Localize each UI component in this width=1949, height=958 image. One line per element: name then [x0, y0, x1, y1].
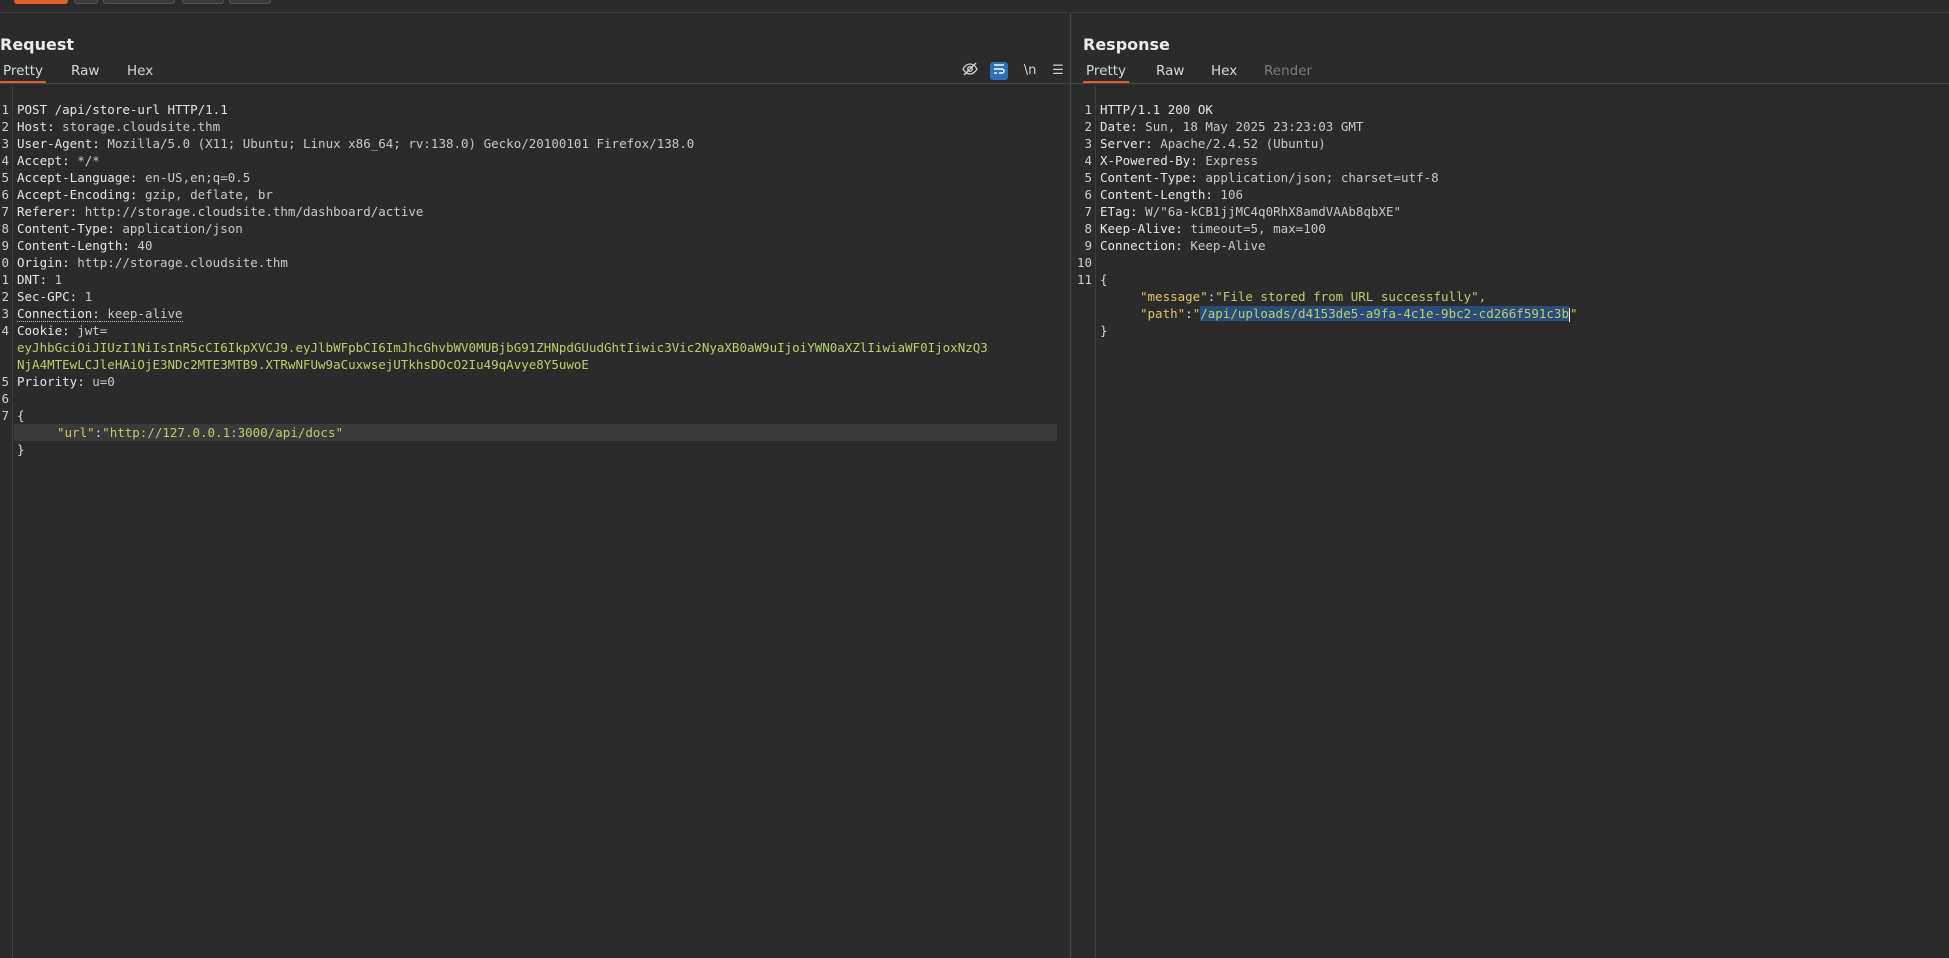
- request-editor-icons: \n ☰: [960, 61, 1070, 81]
- request-tab-hex[interactable]: Hex: [124, 61, 156, 81]
- request-tabs: Pretty Raw Hex \n ☰: [0, 59, 1070, 84]
- request-line: Content-Length: 40: [17, 238, 153, 253]
- response-tab-raw[interactable]: Raw: [1153, 61, 1187, 81]
- request-line: Sec-GPC: 1: [17, 289, 93, 304]
- top-toolbar: [0, 0, 1949, 13]
- request-line: Accept: */*: [17, 153, 100, 168]
- selected-path-text[interactable]: /api/uploads/d4153de5-a9fa-4c1e-9bc2-cd2…: [1200, 306, 1569, 321]
- json-close-brace: }: [1100, 323, 1108, 338]
- request-title: Request: [0, 35, 75, 54]
- toolbar-button-1[interactable]: [74, 0, 98, 4]
- response-line: HTTP/1.1 200 OK: [1100, 102, 1213, 117]
- newline-icon[interactable]: \n: [1020, 61, 1040, 81]
- request-line: Host: storage.cloudsite.thm: [17, 119, 221, 134]
- cookie-value-line: eyJhbGciOiJIUzI1NiIsInR5cCI6IkpXVCJ9.eyJ…: [17, 340, 988, 355]
- request-pane: Request Pretty Raw Hex \n ☰ 1 2 3 4 5 6 …: [0, 13, 1071, 958]
- response-tabs: Pretty Raw Hex Render: [1071, 59, 1949, 84]
- response-line: X-Powered-By: Express: [1100, 153, 1259, 168]
- response-line: Server: Apache/2.4.52 (Ubuntu): [1100, 136, 1326, 151]
- request-line: User-Agent: Mozilla/5.0 (X11; Ubuntu; Li…: [17, 136, 695, 151]
- response-line: Content-Length: 106: [1100, 187, 1243, 202]
- json-url-line: "url":"http://127.0.0.1:3000/api/docs": [57, 425, 343, 440]
- request-editor[interactable]: 1 2 3 4 5 6 7 8 9 0 1 2 3 4 5 6 7 POST /…: [0, 86, 1070, 958]
- response-line: Content-Type: application/json; charset=…: [1100, 170, 1439, 185]
- cookie-value-line: NjA4MTEwLCJleHAiOjE3NDc2MTE3MTB9.XTRwNFU…: [17, 357, 589, 372]
- json-open-brace: {: [17, 408, 25, 423]
- request-line: Accept-Language: en-US,en;q=0.5: [17, 170, 251, 185]
- toolbar-button-3[interactable]: [182, 0, 224, 4]
- response-line: Date: Sun, 18 May 2025 23:23:03 GMT: [1100, 119, 1364, 134]
- request-line: Content-Type: application/json: [17, 221, 243, 236]
- request-line: Cookie: jwt=: [17, 323, 108, 338]
- response-pane: Response Pretty Raw Hex Render 1 2 3 4 5…: [1071, 13, 1949, 958]
- toolbar-button-2[interactable]: [103, 0, 175, 4]
- request-line: POST /api/store-url HTTP/1.1: [17, 102, 228, 117]
- toolbar-button-4[interactable]: [229, 0, 271, 4]
- send-button[interactable]: [14, 0, 68, 4]
- json-path-line: "path":"/api/uploads/d4153de5-a9fa-4c1e-…: [1140, 306, 1578, 322]
- request-line: DNT: 1: [17, 272, 63, 287]
- request-line: Accept-Encoding: gzip, deflate, br: [17, 187, 273, 202]
- response-line: Keep-Alive: timeout=5, max=100: [1100, 221, 1326, 236]
- request-line: Priority: u=0: [17, 374, 115, 389]
- response-editor[interactable]: 1 2 3 4 5 6 7 8 9 10 11 HTTP/1.1 200 OK …: [1071, 86, 1949, 958]
- response-tab-pretty[interactable]: Pretty: [1083, 61, 1130, 83]
- response-line: ETag: W/"6a-kCB1jjMC4q0RhX8amdVAAb8qbXE": [1100, 204, 1402, 219]
- request-line: Connection: keep-alive: [17, 306, 183, 322]
- json-close-brace: }: [17, 442, 25, 457]
- eye-slash-icon[interactable]: [960, 61, 980, 81]
- json-open-brace: {: [1100, 272, 1108, 287]
- response-title: Response: [1083, 35, 1170, 54]
- request-line: Referer: http://storage.cloudsite.thm/da…: [17, 204, 424, 219]
- menu-icon[interactable]: ☰: [1048, 61, 1068, 81]
- response-tab-hex[interactable]: Hex: [1208, 61, 1240, 81]
- response-line: Connection: Keep-Alive: [1100, 238, 1266, 253]
- json-message-line: "message":"File stored from URL successf…: [1140, 289, 1487, 304]
- wrap-lines-icon[interactable]: [990, 62, 1008, 80]
- request-tab-pretty[interactable]: Pretty: [0, 61, 47, 83]
- response-tab-render: Render: [1264, 63, 1313, 79]
- request-tab-raw[interactable]: Raw: [68, 61, 102, 81]
- request-line: Origin: http://storage.cloudsite.thm: [17, 255, 288, 270]
